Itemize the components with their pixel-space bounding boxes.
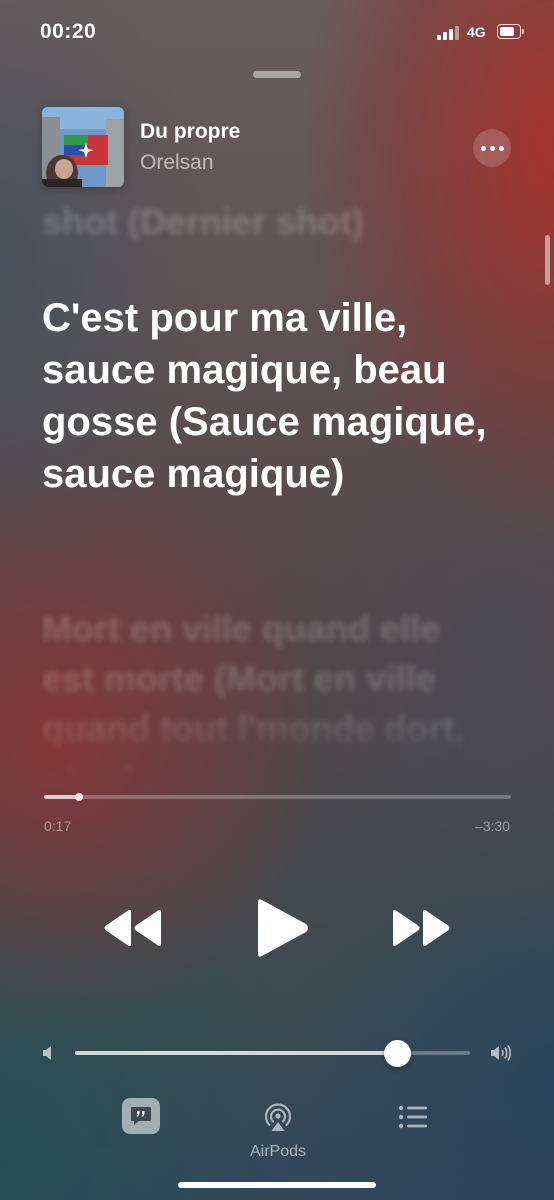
lyrics-scrollbar[interactable] bbox=[545, 235, 550, 285]
volume-high-icon bbox=[490, 1044, 512, 1062]
more-dot-icon bbox=[480, 145, 486, 151]
track-artist[interactable]: Orelsan bbox=[140, 151, 214, 175]
home-indicator[interactable] bbox=[178, 1182, 376, 1188]
volume-slider-handle[interactable] bbox=[383, 1040, 411, 1067]
battery-icon bbox=[497, 24, 527, 41]
previous-track-button[interactable] bbox=[103, 908, 163, 948]
elapsed-time: 0:17 bbox=[44, 818, 72, 834]
queue-button[interactable] bbox=[398, 1104, 428, 1130]
airplay-audio-icon bbox=[264, 1103, 292, 1131]
list-icon bbox=[398, 1105, 427, 1129]
volume-low-icon bbox=[41, 1045, 55, 1061]
playback-progress-fill bbox=[44, 795, 80, 799]
airplay-button[interactable] bbox=[262, 1102, 294, 1134]
album-artwork[interactable] bbox=[42, 107, 124, 187]
network-type: 4G bbox=[467, 24, 486, 40]
play-button[interactable] bbox=[252, 898, 310, 958]
remaining-time: –3:30 bbox=[474, 818, 510, 834]
track-title: Du propre bbox=[140, 120, 241, 143]
lyrics-button[interactable] bbox=[122, 1098, 160, 1134]
playback-scrubber-handle[interactable] bbox=[75, 793, 84, 801]
lyric-line-previous[interactable]: shot (Dernier shot) bbox=[42, 196, 512, 248]
play-icon bbox=[258, 899, 308, 957]
status-time: 00:20 bbox=[40, 20, 97, 43]
lyrics-quote-icon bbox=[131, 1107, 151, 1125]
lyric-line-next[interactable]: Mort en ville quand elle est morte (Mort… bbox=[42, 604, 482, 780]
cellular-signal-icon bbox=[437, 26, 461, 40]
playback-progress-bar[interactable] bbox=[44, 795, 511, 799]
next-track-button[interactable] bbox=[391, 908, 451, 948]
rewind-icon bbox=[104, 910, 161, 946]
volume-slider-fill bbox=[75, 1051, 397, 1055]
airplay-device-label[interactable]: AirPods bbox=[230, 1143, 326, 1161]
more-options-button[interactable] bbox=[473, 129, 511, 167]
lyric-line-current[interactable]: C'est pour ma ville, sauce magique, beau… bbox=[42, 292, 512, 500]
sheet-grabber[interactable] bbox=[253, 71, 301, 78]
fast-forward-icon bbox=[393, 910, 450, 946]
